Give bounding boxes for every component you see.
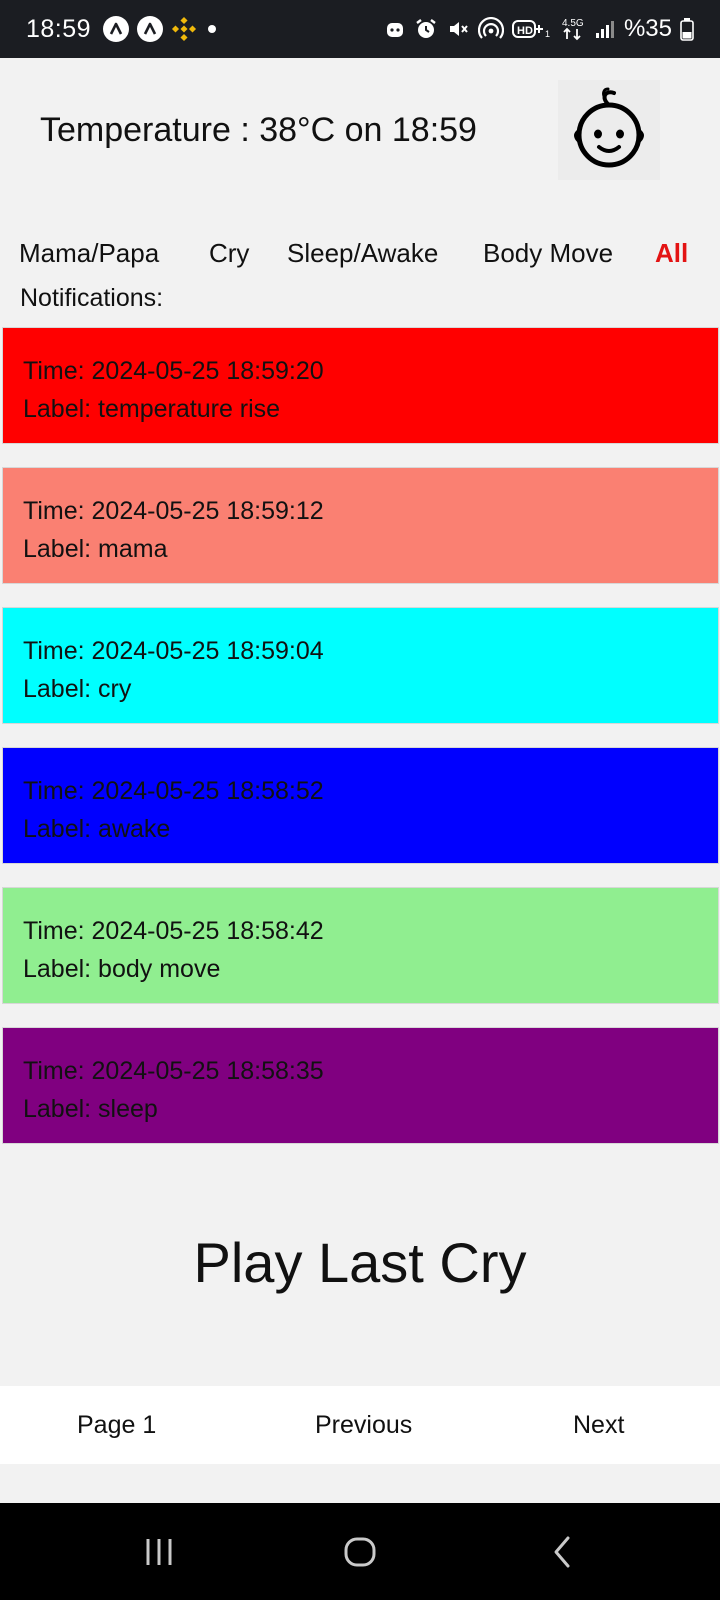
notification-card: Time: 2024-05-25 18:59:12 Label: mama: [2, 467, 719, 584]
notification-time: Time: 2024-05-25 18:58:52: [23, 777, 324, 805]
page-indicator: Page 1: [77, 1411, 157, 1439]
dot-icon: [205, 22, 219, 36]
notification-label: Label: body move: [23, 955, 221, 983]
play-last-cry-button[interactable]: Play Last Cry: [0, 1223, 720, 1303]
battery-percent: %35: [623, 15, 672, 42]
app-a-icon: [137, 16, 164, 42]
notification-card: Time: 2024-05-25 18:59:04 Label: cry: [2, 607, 719, 724]
signal-icon: [594, 18, 616, 40]
next-button[interactable]: Next: [573, 1386, 624, 1464]
notification-time: Time: 2024-05-25 18:59:12: [23, 497, 324, 525]
notification-label: Label: temperature rise: [23, 395, 281, 423]
notification-card: Time: 2024-05-25 18:58:35 Label: sleep: [2, 1027, 719, 1144]
status-bar: 18:59 HD 1 4.5G %35: [0, 0, 720, 58]
home-icon[interactable]: [300, 1503, 420, 1600]
binance-icon: [171, 16, 197, 42]
filter-tab-body-move[interactable]: Body Move: [483, 238, 613, 269]
robot-icon: [384, 18, 406, 40]
temperature-reading: Temperature : 38°C on 18:59: [40, 111, 477, 149]
notification-label: Label: sleep: [23, 1095, 158, 1123]
hotspot-icon: [477, 17, 504, 41]
baby-face-icon: [558, 80, 660, 180]
network-label: 4.5G: [562, 18, 584, 29]
filter-tab-all[interactable]: All: [655, 238, 688, 269]
notification-time: Time: 2024-05-25 18:59:20: [23, 357, 324, 385]
network-arrows-icon: 4.5G: [560, 16, 586, 42]
notification-label: Label: cry: [23, 675, 132, 703]
previous-button[interactable]: Previous: [315, 1386, 412, 1464]
svg-text:HD: HD: [517, 25, 533, 37]
recents-icon[interactable]: [99, 1503, 219, 1600]
app-content: Temperature : 38°C on 18:59 Mama/Papa Cr…: [0, 58, 720, 1503]
filter-tab-mama-papa[interactable]: Mama/Papa: [19, 238, 159, 269]
header: Temperature : 38°C on 18:59: [0, 58, 720, 208]
notification-card: Time: 2024-05-25 18:58:52 Label: awake: [2, 747, 719, 864]
app-a-icon: [103, 16, 130, 42]
filter-tabs: Mama/Papa Cry Sleep/Awake Body Move All: [0, 238, 720, 282]
notification-time: Time: 2024-05-25 18:59:04: [23, 637, 324, 665]
svg-text:1: 1: [545, 29, 550, 39]
status-left: 18:59: [26, 15, 219, 44]
status-time: 18:59: [26, 14, 92, 43]
filter-tab-cry[interactable]: Cry: [209, 238, 249, 269]
pagination-bar: Page 1 Previous Next: [0, 1386, 720, 1464]
notification-time: Time: 2024-05-25 18:58:35: [23, 1057, 324, 1085]
hd-plus-icon: HD 1: [511, 17, 552, 41]
notifications-heading: Notifications:: [20, 284, 164, 312]
mute-icon: [446, 17, 470, 41]
notification-card: Time: 2024-05-25 18:58:42 Label: body mo…: [2, 887, 719, 1004]
status-right: HD 1 4.5G %35: [384, 15, 694, 43]
notification-label: Label: awake: [23, 815, 171, 843]
notification-time: Time: 2024-05-25 18:58:42: [23, 917, 324, 945]
back-icon[interactable]: [502, 1503, 622, 1600]
battery-icon: [680, 17, 694, 41]
alarm-icon: [414, 17, 438, 41]
navigation-bar: [0, 1503, 720, 1600]
filter-tab-sleep-awake[interactable]: Sleep/Awake: [287, 238, 438, 269]
notification-label: Label: mama: [23, 535, 168, 563]
notification-card: Time: 2024-05-25 18:59:20 Label: tempera…: [2, 327, 719, 444]
